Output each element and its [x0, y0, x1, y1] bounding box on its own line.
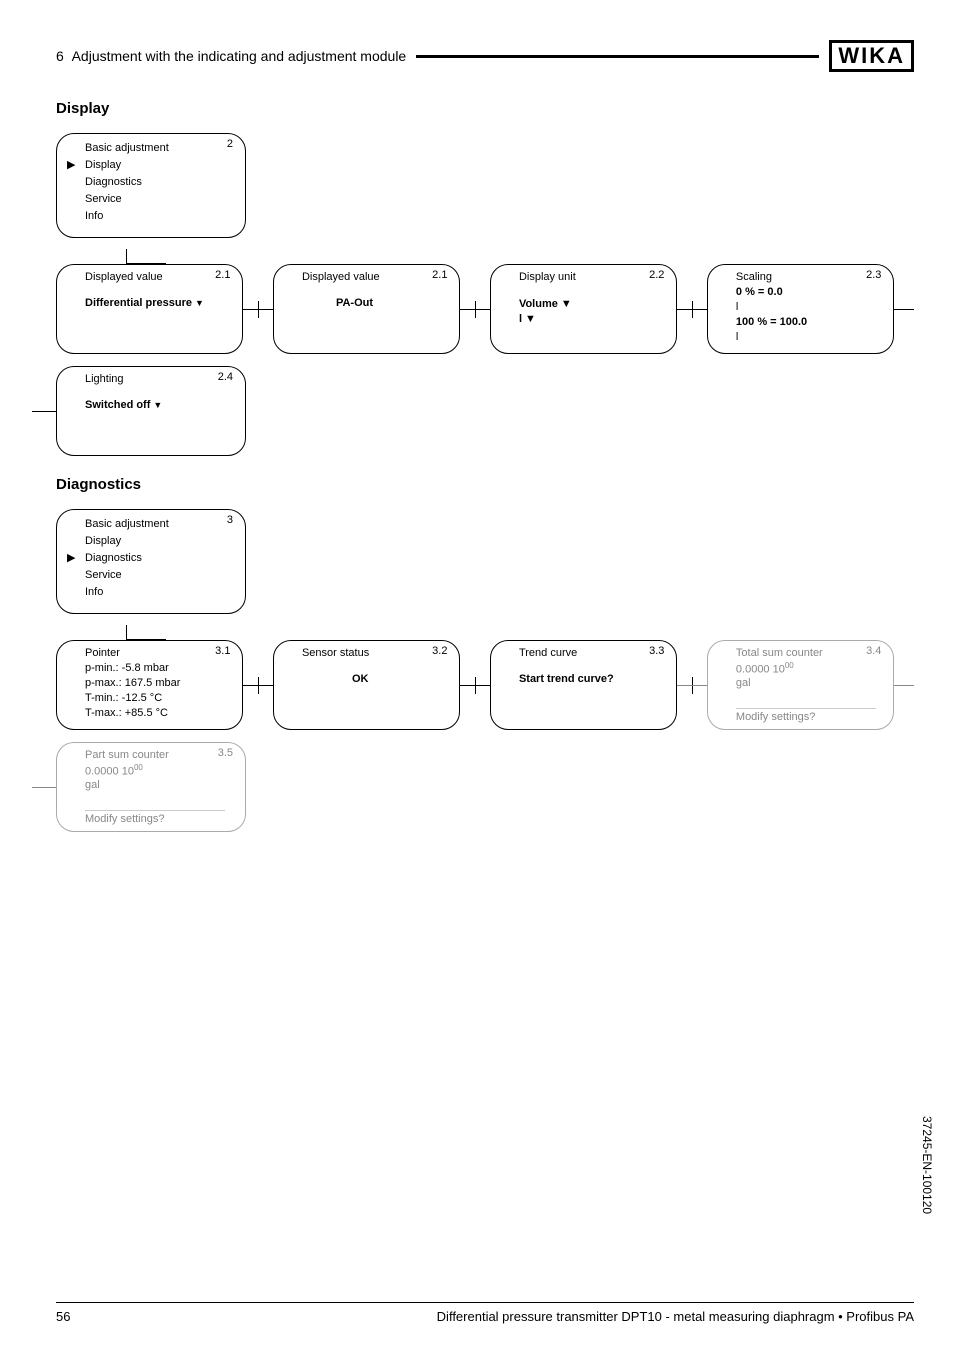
- counter-value: 0.0000 1000: [736, 661, 794, 676]
- page-footer: 56 Differential pressure transmitter DPT…: [56, 1302, 914, 1324]
- badge: 2.2: [649, 269, 664, 281]
- wika-logo: WIKA: [829, 40, 914, 72]
- display-section-title: Display: [56, 100, 914, 117]
- page-header: 6 Adjustment with the indicating and adj…: [56, 40, 914, 72]
- box-value: 0 % = 0.0 l 100 % = 100.0 l: [736, 285, 807, 345]
- connector: [243, 264, 273, 354]
- menu-item: Display: [85, 533, 169, 550]
- modify-settings: Modify settings?: [736, 708, 876, 723]
- connector: [32, 366, 56, 456]
- header-rule: [416, 55, 819, 58]
- total-sum-counter-box: 3.4 Total sum counter 0.0000 1000 gal Mo…: [707, 640, 894, 730]
- chapter-number: 6: [56, 48, 64, 64]
- displayed-value-pa-box: 2.1 Displayed value PA-Out: [273, 264, 460, 354]
- box-value: PA-Out: [336, 297, 373, 309]
- sensor-status-box: 3.2 Sensor status OK: [273, 640, 460, 730]
- connector: [677, 640, 707, 730]
- badge: 2.1: [432, 269, 447, 281]
- pointer-icon: ▶: [67, 550, 75, 567]
- box-title: Pointer: [85, 647, 120, 659]
- box-title: Displayed value: [302, 271, 380, 283]
- badge: 3.1: [215, 645, 230, 657]
- box-lines: p-min.: -5.8 mbar p-max.: 167.5 mbar T-m…: [85, 661, 180, 721]
- box-title: Part sum counter: [85, 749, 169, 761]
- box-title: Total sum counter: [736, 647, 823, 659]
- connector: [56, 250, 246, 264]
- box-title: Lighting: [85, 373, 124, 385]
- display-unit-box: 2.2 Display unit Volume ▼ l ▼: [490, 264, 677, 354]
- modify-settings: Modify settings?: [85, 810, 225, 825]
- box-value: OK: [352, 673, 369, 685]
- badge: 3: [227, 514, 233, 526]
- chapter-title: Adjustment with the indicating and adjus…: [72, 48, 407, 64]
- box-value: Start trend curve?: [519, 673, 614, 685]
- displayed-value-box: 2.1 Displayed value Differential pressur…: [56, 264, 243, 354]
- menu-item: Info: [85, 584, 169, 601]
- box-title: Display unit: [519, 271, 576, 283]
- footer-text: Differential pressure transmitter DPT10 …: [437, 1309, 914, 1324]
- diagnostics-menu-box: 3 Basic adjustment Display ▶Diagnostics …: [56, 509, 246, 614]
- connector: [243, 640, 273, 730]
- display-menu-box: 2 Basic adjustment ▶Display Diagnostics …: [56, 133, 246, 238]
- box-value: Differential pressure: [85, 297, 204, 309]
- counter-unit: gal: [85, 779, 100, 791]
- scaling-box: 2.3 Scaling 0 % = 0.0 l 100 % = 100.0 l: [707, 264, 894, 354]
- box-title: Scaling: [736, 271, 772, 283]
- pointer-box: 3.1 Pointer p-min.: -5.8 mbar p-max.: 16…: [56, 640, 243, 730]
- counter-unit: gal: [736, 677, 751, 689]
- document-number: 37245-EN-100120: [920, 1116, 934, 1214]
- page-number: 56: [56, 1309, 70, 1324]
- trend-curve-box: 3.3 Trend curve Start trend curve?: [490, 640, 677, 730]
- chapter-heading: 6 Adjustment with the indicating and adj…: [56, 48, 412, 64]
- connector: [894, 309, 914, 310]
- connector: [677, 264, 707, 354]
- display-diagram: 2 Basic adjustment ▶Display Diagnostics …: [56, 133, 914, 456]
- diagnostics-section-title: Diagnostics: [56, 476, 914, 493]
- connector: [56, 626, 246, 640]
- badge: 2.3: [866, 269, 881, 281]
- badge: 2.1: [215, 269, 230, 281]
- menu-item: Basic adjustment: [85, 140, 169, 157]
- menu-item-selected: ▶Diagnostics: [85, 550, 169, 567]
- menu-item: Info: [85, 208, 169, 225]
- connector: [894, 685, 914, 686]
- box-value: Switched off: [85, 399, 162, 411]
- box-title: Sensor status: [302, 647, 369, 659]
- part-sum-counter-box: 3.5 Part sum counter 0.0000 1000 gal Mod…: [56, 742, 246, 832]
- box-title: Trend curve: [519, 647, 577, 659]
- badge: 2: [227, 138, 233, 150]
- menu-item: Diagnostics: [85, 174, 169, 191]
- connector: [460, 264, 490, 354]
- badge: 2.4: [218, 371, 233, 383]
- connector: [460, 640, 490, 730]
- menu-item-selected: ▶Display: [85, 157, 169, 174]
- badge: 3.4: [866, 645, 881, 657]
- badge: 3.2: [432, 645, 447, 657]
- connector: [32, 742, 56, 832]
- badge: 3.5: [218, 747, 233, 759]
- badge: 3.3: [649, 645, 664, 657]
- box-value: Volume ▼ l ▼: [519, 297, 572, 327]
- menu-item: Service: [85, 191, 169, 208]
- menu-item: Basic adjustment: [85, 516, 169, 533]
- diagnostics-diagram: 3 Basic adjustment Display ▶Diagnostics …: [56, 509, 914, 832]
- lighting-box: 2.4 Lighting Switched off: [56, 366, 246, 456]
- box-title: Displayed value: [85, 271, 163, 283]
- menu-item: Service: [85, 567, 169, 584]
- counter-value: 0.0000 1000: [85, 763, 143, 778]
- pointer-icon: ▶: [67, 157, 75, 174]
